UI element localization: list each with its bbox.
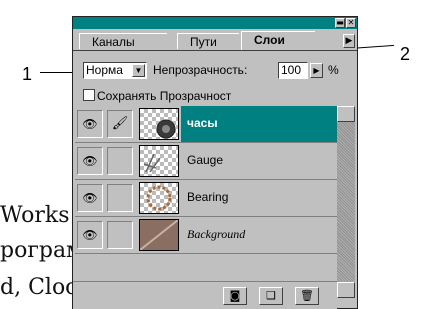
- tab-layers[interactable]: Слои: [241, 31, 315, 50]
- layer-row[interactable]: 👁 Gauge: [75, 143, 337, 180]
- eye-icon[interactable]: 👁: [77, 221, 103, 249]
- layers-palette: ▬ ✕ Каналы Пути Слои ▶ Норма ▼ Непрозрач…: [72, 16, 358, 309]
- tab-paths[interactable]: Пути: [177, 33, 239, 49]
- layer-row[interactable]: 👁 Background: [75, 217, 337, 254]
- percent-sign: %: [328, 63, 339, 77]
- scroll-up-icon[interactable]: [337, 106, 355, 122]
- layer-row[interactable]: 👁 🖌 часы: [75, 106, 337, 143]
- blend-mode-value: Норма: [86, 63, 123, 77]
- opacity-slider-arrow-icon[interactable]: ▶: [310, 63, 323, 78]
- layer-thumbnail-clock: [139, 108, 179, 140]
- trash-icon[interactable]: 🗑: [295, 287, 319, 305]
- eye-icon[interactable]: 👁: [77, 184, 103, 212]
- layer-thumbnail-background: [139, 219, 179, 251]
- link-slot[interactable]: [107, 147, 133, 175]
- layer-name: Background: [187, 227, 246, 241]
- layer-scrollbar[interactable]: [337, 106, 355, 298]
- minimize-icon[interactable]: ▬: [335, 18, 345, 28]
- palette-menu-arrow-icon[interactable]: ▶: [343, 34, 355, 48]
- preserve-transparency-row[interactable]: Сохранять Прозрачност: [83, 89, 231, 105]
- preserve-transparency-label: Сохранять Прозрачност: [97, 89, 232, 103]
- opacity-input[interactable]: 100: [278, 62, 308, 79]
- eye-icon[interactable]: 👁: [77, 110, 103, 138]
- callout-1-label: 1: [22, 64, 33, 84]
- palette-titlebar[interactable]: ▬ ✕: [73, 17, 357, 29]
- layer-thumbnail-bearing: [139, 182, 179, 214]
- dropdown-arrow-icon[interactable]: ▼: [132, 64, 145, 77]
- layer-name: Bearing: [187, 190, 229, 204]
- layer-name: часы: [187, 116, 218, 130]
- layer-list: 👁 🖌 часы 👁 Gauge 👁 Bearing 👁 Background: [75, 106, 337, 274]
- link-slot[interactable]: [107, 184, 133, 212]
- preserve-transparency-checkbox[interactable]: [83, 89, 95, 101]
- eye-icon[interactable]: 👁: [77, 147, 103, 175]
- layer-mask-icon[interactable]: ◙: [223, 287, 247, 305]
- tab-channels[interactable]: Каналы: [79, 33, 167, 49]
- blend-mode-select[interactable]: Норма ▼: [83, 62, 147, 79]
- close-icon[interactable]: ✕: [346, 18, 356, 28]
- layer-name: Gauge: [187, 153, 224, 167]
- palette-bottom-bar: ◙ ❑ 🗑: [73, 281, 337, 309]
- brush-icon[interactable]: 🖌: [107, 110, 133, 138]
- callout-2-label: 2: [400, 44, 411, 64]
- layer-thumbnail-gauge: [139, 145, 179, 177]
- new-layer-icon[interactable]: ❑: [259, 287, 283, 305]
- palette-tabs: Каналы Пути Слои ▶: [73, 30, 357, 51]
- scroll-down-icon[interactable]: [337, 282, 355, 298]
- layer-row[interactable]: 👁 Bearing: [75, 180, 337, 217]
- opacity-label: Непрозрачность:: [153, 63, 248, 77]
- link-slot[interactable]: [107, 221, 133, 249]
